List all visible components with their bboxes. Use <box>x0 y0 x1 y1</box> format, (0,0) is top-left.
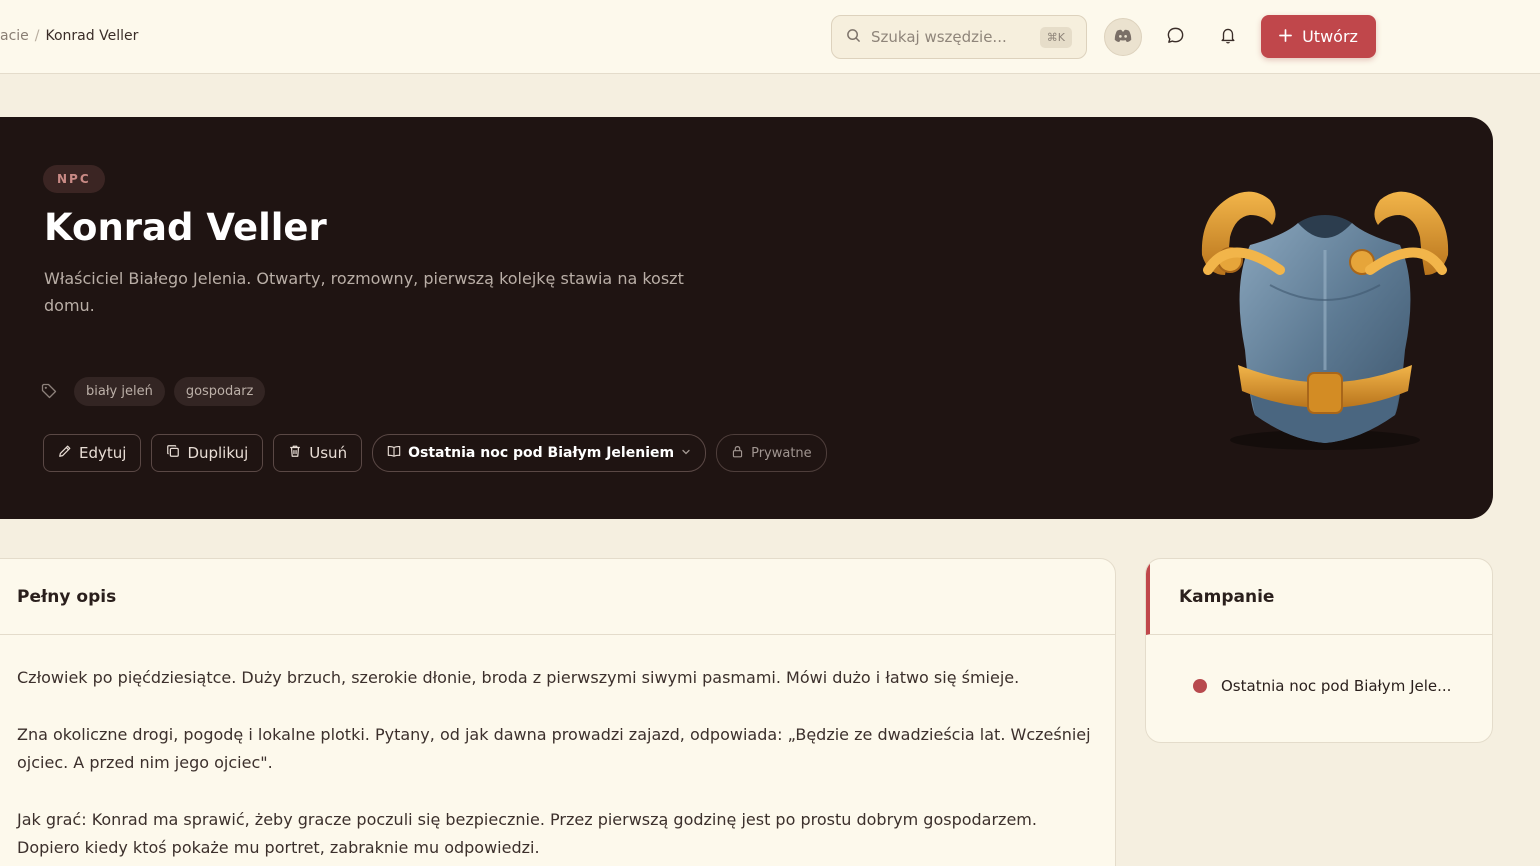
search-input[interactable]: Szukaj wszędzie... ⌘K <box>831 15 1087 59</box>
book-icon <box>387 444 401 462</box>
campaigns-card: Kampanie Ostatnia noc pod Białym Jele... <box>1145 558 1493 743</box>
plus-icon <box>1279 27 1292 46</box>
tag-list: biały jeleń gospodarz <box>41 377 266 406</box>
description-paragraph: Jak grać: Konrad ma sprawić, żeby gracze… <box>17 810 1037 857</box>
duplicate-button[interactable]: Duplikuj <box>151 434 264 472</box>
campaigns-heading: Kampanie <box>1146 559 1492 635</box>
discord-button[interactable] <box>1104 18 1142 56</box>
search-shortcut: ⌘K <box>1039 26 1072 48</box>
description-body: Człowiek po pięćdziesiątce. Duży brzuch,… <box>17 664 1097 866</box>
pencil-icon <box>58 444 72 462</box>
chat-icon <box>1166 26 1185 49</box>
character-portrait-armor <box>1180 175 1470 465</box>
chat-button[interactable] <box>1156 18 1194 56</box>
edit-button[interactable]: Edytuj <box>43 434 142 472</box>
tag-icon <box>41 383 59 401</box>
copy-icon <box>166 444 180 462</box>
visibility-button-label: Prywatne <box>751 445 812 461</box>
page-subtitle: Właściciel Białego Jelenia. Otwarty, roz… <box>44 269 684 315</box>
trash-icon <box>288 444 302 462</box>
breadcrumb-current: Konrad Veller <box>45 28 139 44</box>
chevron-down-icon <box>681 445 691 461</box>
breadcrumb: acie / Konrad Veller <box>0 28 138 44</box>
campaign-select[interactable]: Ostatnia noc pod Białym Jeleniem <box>372 434 707 472</box>
action-bar: Edytuj Duplikuj Usuń Ostatnia noc pod Bi… <box>43 434 827 472</box>
campaign-name: Ostatnia noc pod Białym Jele... <box>1221 677 1452 695</box>
entity-type-badge: NPC <box>43 165 105 193</box>
top-bar: acie / Konrad Veller Szukaj wszędzie... ⌘K… <box>0 0 1540 74</box>
discord-icon <box>1114 28 1132 47</box>
notifications-button[interactable] <box>1209 18 1247 56</box>
search-icon <box>846 28 861 47</box>
visibility-button[interactable]: Prywatne <box>716 434 827 472</box>
delete-button-label: Usuń <box>309 444 348 462</box>
create-button[interactable]: Utwórz <box>1261 15 1376 58</box>
campaign-select-label: Ostatnia noc pod Białym Jeleniem <box>408 445 675 461</box>
edit-button-label: Edytuj <box>79 444 127 462</box>
breadcrumb-parent[interactable]: acie <box>0 28 29 44</box>
create-button-label: Utwórz <box>1302 27 1358 46</box>
duplicate-button-label: Duplikuj <box>187 444 249 462</box>
campaign-list-item[interactable]: Ostatnia noc pod Białym Jele... <box>1193 677 1451 695</box>
bell-icon <box>1219 26 1237 49</box>
campaign-color-dot <box>1193 679 1207 693</box>
description-paragraph: Człowiek po pięćdziesiątce. Duży brzuch,… <box>17 668 1020 687</box>
delete-button[interactable]: Usuń <box>273 434 363 472</box>
search-placeholder: Szukaj wszędzie... <box>871 28 1007 46</box>
breadcrumb-separator: / <box>34 28 40 44</box>
tag-chip[interactable]: gospodarz <box>173 377 266 406</box>
lock-icon <box>731 445 744 462</box>
tag-chip[interactable]: biały jeleń <box>74 377 165 406</box>
description-paragraph: Zna okoliczne drogi, pogodę i lokalne pl… <box>17 725 1091 772</box>
description-heading: Pełny opis <box>0 559 1115 635</box>
description-card: Pełny opis Człowiek po pięćdziesiątce. D… <box>0 558 1116 866</box>
page-title: Konrad Veller <box>44 206 327 249</box>
